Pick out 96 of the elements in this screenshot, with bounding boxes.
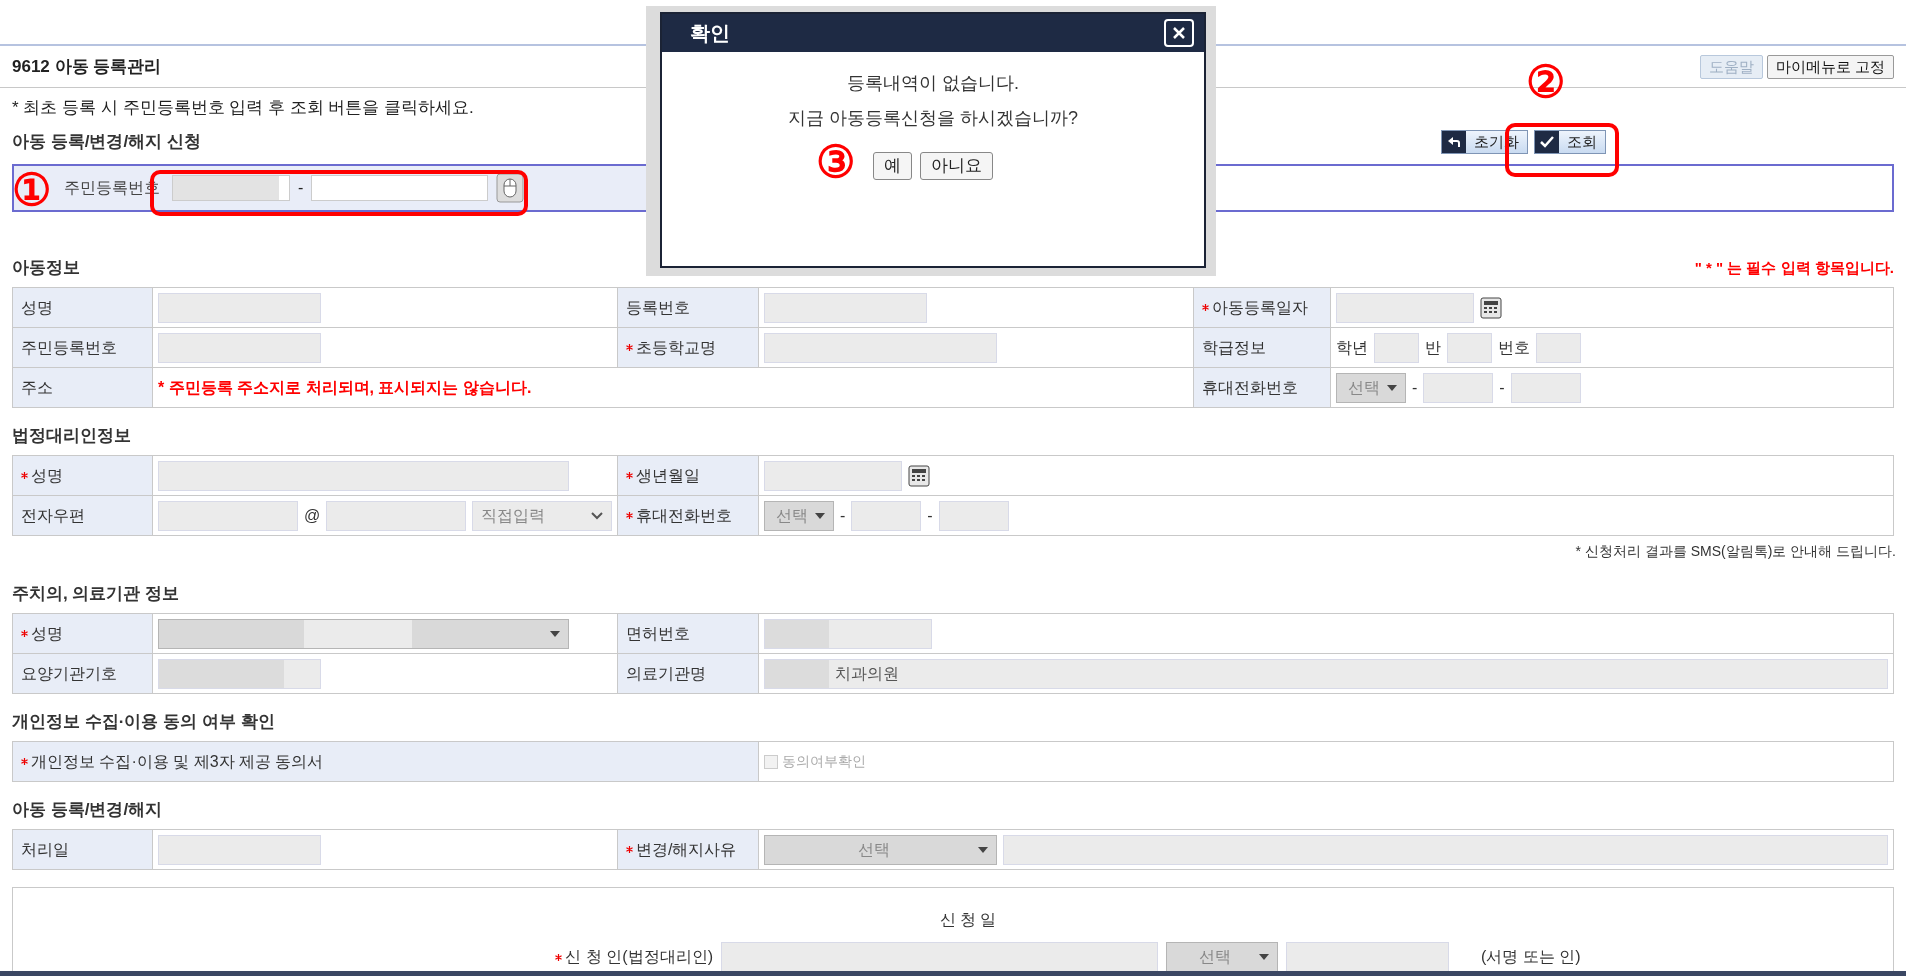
input-field[interactable]: [1003, 834, 1888, 865]
field-label: 등록번호: [626, 297, 690, 318]
select-field[interactable]: 선택: [1336, 372, 1406, 403]
close-button[interactable]: [1164, 19, 1194, 47]
step-number-overlay: ②: [1526, 60, 1565, 104]
input-field[interactable]: [851, 500, 922, 531]
address-note: * 주민등록 주소지로 처리되며, 표시되지는 않습니다.: [158, 377, 532, 398]
close-icon: [1173, 27, 1185, 39]
select-field[interactable]: [158, 618, 569, 649]
step-number-overlay: ③: [816, 140, 855, 184]
field-label: 아동등록일자: [1212, 297, 1308, 318]
field-label: 성명: [31, 465, 63, 486]
field-label: 처리일: [21, 839, 69, 860]
caret-icon: [1387, 384, 1397, 391]
field-label: -: [1499, 377, 1505, 398]
input-field[interactable]: [1374, 332, 1419, 363]
input-field[interactable]: [158, 292, 321, 323]
input-field[interactable]: [158, 834, 321, 865]
input-field[interactable]: [764, 332, 997, 363]
page-title: 9612 아동 등록관리: [12, 55, 162, 78]
field-label: 번호: [1498, 337, 1530, 358]
sms-note: * 신청처리 결과를 SMS(알림톡)로 안내해 드립니다.: [1575, 541, 1896, 561]
input-field[interactable]: [1423, 372, 1494, 403]
no-button[interactable]: 아니요: [920, 152, 993, 180]
section-heading: 개인정보 수집·이용 동의 여부 확인: [12, 711, 275, 734]
field-label: 주민등록번호: [21, 337, 117, 358]
field-label: 생년월일: [636, 465, 700, 486]
field-label: 변경/해지사유: [636, 839, 737, 860]
pin-menu-button[interactable]: 마이메뉴로 고정: [1766, 54, 1894, 79]
dialog-title: 확인: [690, 21, 730, 46]
dialog-message: 지금 아동등록신청을 하시겠습니까?: [788, 107, 1078, 130]
field-label: 성명: [31, 623, 63, 644]
dialog-message: 등록내역이 없습니다.: [847, 72, 1019, 95]
input-field[interactable]: 치과의원: [764, 658, 1888, 689]
input-field[interactable]: [158, 658, 321, 689]
return-arrow-icon: [1447, 136, 1461, 148]
field-label: 초등학교명: [636, 337, 716, 358]
signature-hint: (서명 또는 인): [1481, 947, 1581, 967]
field-label: 휴대전화번호: [1202, 377, 1298, 398]
field-label: 전자우편: [21, 505, 85, 526]
field-label: 요양기관기호: [21, 663, 117, 684]
input-field[interactable]: [721, 942, 1158, 972]
field-label: 면허번호: [626, 623, 690, 644]
separator-text: -: [298, 178, 304, 198]
field-label: -: [1412, 377, 1418, 398]
field-label: -: [927, 505, 933, 526]
step-number-overlay: ①: [12, 168, 51, 212]
application-date-label: 신 청 일: [938, 910, 997, 930]
field-label: 성명: [21, 297, 53, 318]
input-field[interactable]: [1336, 292, 1474, 323]
select-field[interactable]: 선택: [764, 834, 997, 865]
input-field[interactable]: [158, 332, 321, 363]
input-field[interactable]: [1286, 942, 1449, 972]
caret-icon: [1259, 954, 1269, 960]
input-field[interactable]: [938, 500, 1009, 531]
calendar-icon[interactable]: [908, 464, 930, 487]
field-label: -: [840, 505, 846, 526]
input-field[interactable]: [158, 460, 569, 491]
section-heading: 아동 등록/변경/해지 신청: [12, 131, 201, 154]
field-label: 주소: [21, 377, 53, 398]
section-heading: 법정대리인정보: [12, 425, 131, 448]
input-field[interactable]: [1447, 332, 1492, 363]
select-field[interactable]: 선택: [1166, 942, 1278, 972]
field-label: 학년: [1336, 337, 1368, 358]
field-label: 반: [1425, 337, 1441, 358]
input-field[interactable]: [311, 175, 489, 201]
section-heading: 아동 등록/변경/해지: [12, 799, 163, 822]
input-field[interactable]: [764, 292, 927, 323]
caret-icon: [978, 846, 988, 853]
search-button[interactable]: 조회: [1534, 130, 1606, 154]
input-field[interactable]: [172, 175, 290, 201]
field-label: 개인정보 수집·이용 및 제3자 제공 동의서: [31, 751, 324, 772]
chevron-down-icon: [591, 511, 603, 520]
caret-icon: [550, 630, 560, 637]
mouse-icon[interactable]: [496, 173, 525, 203]
caret-icon: [815, 512, 825, 519]
required-note: " * " 는 필수 입력 항목입니다.: [1694, 257, 1894, 278]
field-label: 의료기관명: [626, 663, 706, 684]
field-label: 휴대전화번호: [636, 505, 732, 526]
field-label: 학급정보: [1202, 337, 1266, 358]
field-label: @: [303, 505, 321, 526]
input-field[interactable]: [1510, 372, 1581, 403]
section-heading: 아동정보: [12, 257, 80, 280]
checkmark-icon: [1540, 136, 1554, 148]
input-field[interactable]: [1536, 332, 1581, 363]
select-field[interactable]: 선택: [764, 500, 834, 531]
field-label: 신 청 인(법정대리인): [565, 947, 713, 967]
section-heading: 주치의, 의료기관 정보: [12, 583, 180, 606]
calendar-icon[interactable]: [1480, 296, 1502, 319]
input-field[interactable]: [158, 500, 298, 531]
yes-button[interactable]: 예: [873, 152, 912, 180]
input-field[interactable]: [326, 500, 467, 531]
input-field[interactable]: [764, 460, 902, 491]
select-field[interactable]: 직접입력: [472, 500, 612, 531]
input-field[interactable]: [764, 618, 932, 649]
notice-text: * 최초 등록 시 주민등록번호 입력 후 조회 버튼을 클릭하세요.: [12, 96, 474, 119]
